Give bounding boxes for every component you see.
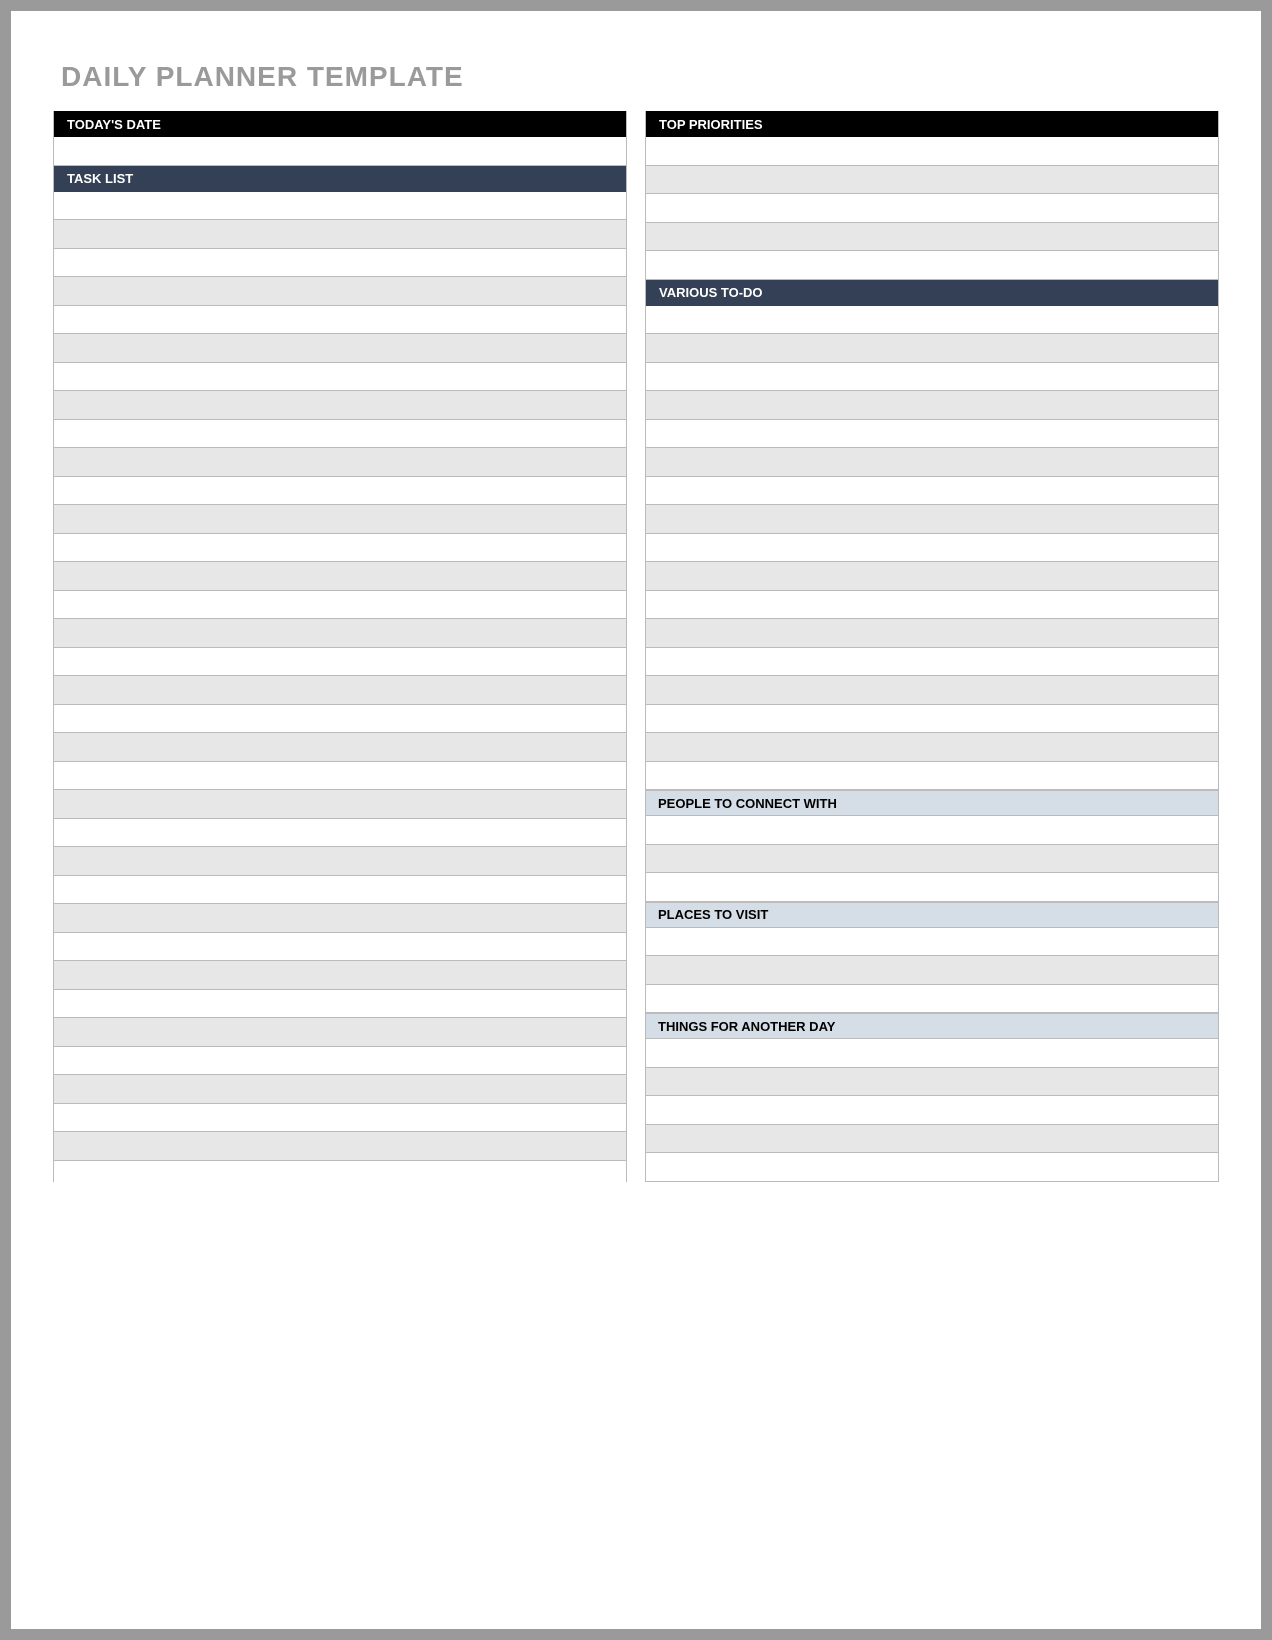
priority-row[interactable] (646, 223, 1218, 252)
another-row[interactable] (646, 1068, 1218, 1097)
task-row[interactable] (54, 277, 626, 306)
task-row[interactable] (54, 562, 626, 591)
todo-row[interactable] (646, 534, 1218, 563)
another-row[interactable] (646, 1039, 1218, 1068)
top-priorities-header: TOP PRIORITIES (646, 111, 1218, 137)
todo-row[interactable] (646, 591, 1218, 620)
task-row[interactable] (54, 505, 626, 534)
task-row[interactable] (54, 534, 626, 563)
task-row[interactable] (54, 790, 626, 819)
todo-row[interactable] (646, 391, 1218, 420)
priority-row[interactable] (646, 137, 1218, 166)
task-row[interactable] (54, 904, 626, 933)
task-row[interactable] (54, 676, 626, 705)
priority-row[interactable] (646, 194, 1218, 223)
right-column: TOP PRIORITIES VARIOUS TO-DO PEOPLE TO C… (645, 111, 1219, 1182)
date-row[interactable] (54, 137, 626, 166)
task-row[interactable] (54, 192, 626, 221)
todo-row[interactable] (646, 334, 1218, 363)
another-row[interactable] (646, 1153, 1218, 1182)
places-row[interactable] (646, 985, 1218, 1014)
task-row[interactable] (54, 477, 626, 506)
todo-row[interactable] (646, 648, 1218, 677)
todo-row[interactable] (646, 306, 1218, 335)
todo-row[interactable] (646, 420, 1218, 449)
priority-row[interactable] (646, 251, 1218, 280)
task-row[interactable] (54, 420, 626, 449)
task-row[interactable] (54, 334, 626, 363)
todo-row[interactable] (646, 363, 1218, 392)
task-row[interactable] (54, 933, 626, 962)
columns: TODAY'S DATE TASK LIST TOP PRIORITIES VA… (53, 111, 1219, 1182)
todo-row[interactable] (646, 762, 1218, 791)
task-row[interactable] (54, 733, 626, 762)
todo-row[interactable] (646, 505, 1218, 534)
task-row[interactable] (54, 1104, 626, 1133)
another-day-header: THINGS FOR ANOTHER DAY (646, 1013, 1218, 1039)
places-visit-header: PLACES TO VISIT (646, 902, 1218, 928)
task-row[interactable] (54, 876, 626, 905)
task-row[interactable] (54, 363, 626, 392)
task-row[interactable] (54, 1018, 626, 1047)
task-row[interactable] (54, 762, 626, 791)
people-row[interactable] (646, 816, 1218, 845)
task-row[interactable] (54, 448, 626, 477)
todo-row[interactable] (646, 562, 1218, 591)
task-row[interactable] (54, 961, 626, 990)
task-row[interactable] (54, 1047, 626, 1076)
people-connect-header: PEOPLE TO CONNECT WITH (646, 790, 1218, 816)
page: DAILY PLANNER TEMPLATE TODAY'S DATE TASK… (10, 10, 1262, 1630)
task-row[interactable] (54, 1075, 626, 1104)
todo-row[interactable] (646, 733, 1218, 762)
task-row[interactable] (54, 249, 626, 278)
another-row[interactable] (646, 1096, 1218, 1125)
task-row[interactable] (54, 220, 626, 249)
people-row[interactable] (646, 845, 1218, 874)
todo-row[interactable] (646, 705, 1218, 734)
task-row[interactable] (54, 591, 626, 620)
priority-row[interactable] (646, 166, 1218, 195)
task-row[interactable] (54, 847, 626, 876)
task-row[interactable] (54, 648, 626, 677)
todays-date-header: TODAY'S DATE (54, 111, 626, 137)
various-todo-header: VARIOUS TO-DO (646, 280, 1218, 306)
task-row[interactable] (54, 990, 626, 1019)
left-column: TODAY'S DATE TASK LIST (53, 111, 627, 1182)
todo-row[interactable] (646, 619, 1218, 648)
places-row[interactable] (646, 928, 1218, 957)
todo-row[interactable] (646, 477, 1218, 506)
another-row[interactable] (646, 1125, 1218, 1154)
task-row[interactable] (54, 705, 626, 734)
task-list-header: TASK LIST (54, 166, 626, 192)
page-title: DAILY PLANNER TEMPLATE (61, 61, 1219, 93)
people-row[interactable] (646, 873, 1218, 902)
places-row[interactable] (646, 956, 1218, 985)
task-row[interactable] (54, 619, 626, 648)
todo-row[interactable] (646, 676, 1218, 705)
task-row[interactable] (54, 306, 626, 335)
todo-row[interactable] (646, 448, 1218, 477)
task-row[interactable] (54, 1132, 626, 1161)
task-row[interactable] (54, 391, 626, 420)
task-row[interactable] (54, 819, 626, 848)
